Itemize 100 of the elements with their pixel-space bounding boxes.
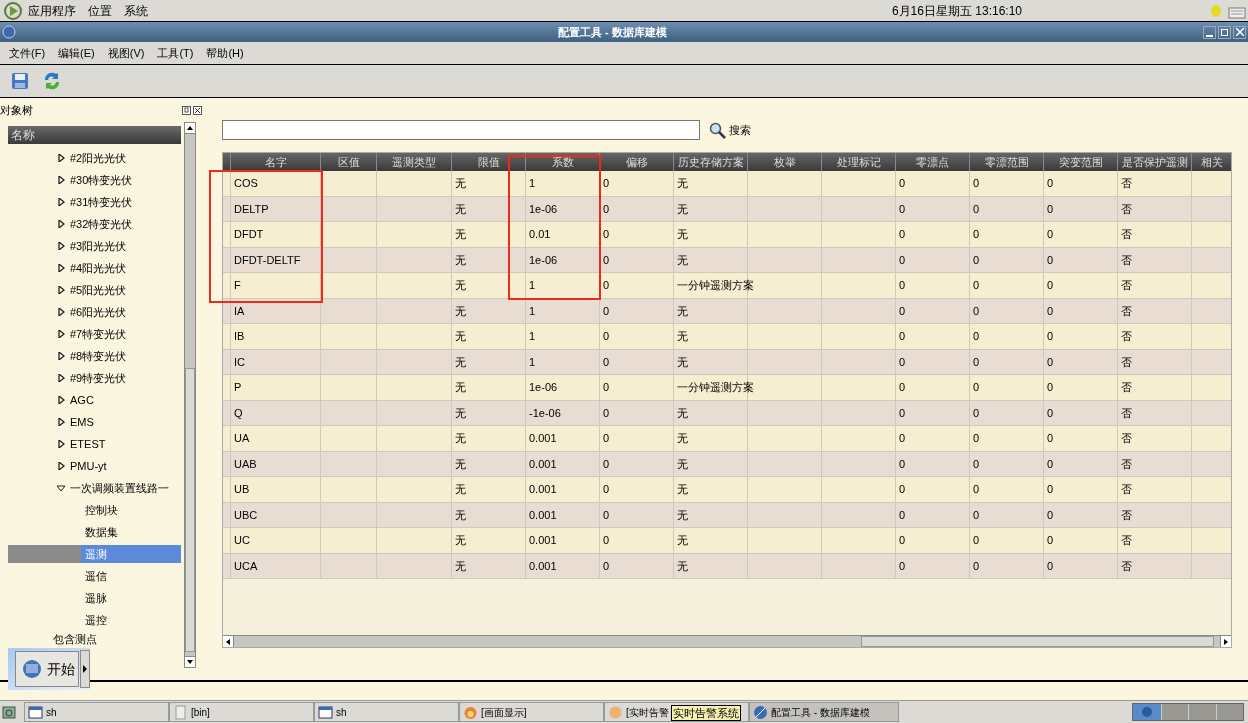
table-cell-text: UBC [234,507,258,523]
menu-item[interactable]: 视图(V) [107,44,145,62]
table-cell-text: 0 [603,329,610,344]
tree-item[interactable]: #3阳光光伏 [70,237,127,255]
float-icon[interactable] [182,105,191,115]
tree-item[interactable]: PMU-yt [70,457,107,475]
table-cell-text: 否 [1121,533,1132,548]
tree-item[interactable]: 包含测点 [53,633,97,646]
taskbar-button[interactable]: 配置工具 - 数据库建模 [749,702,899,722]
taskbar-button[interactable]: sh [314,702,459,722]
tree-item[interactable]: #7特变光伏 [70,325,127,343]
tree-item[interactable]: 遥控 [85,611,107,629]
app-menu-icon[interactable] [4,1,22,20]
table-cell-text: UB [234,482,250,497]
expand-arrow-icon[interactable] [57,264,65,272]
table-cell-text: 否 [1121,507,1132,523]
tree-item[interactable]: #2阳光光伏 [70,149,127,167]
up-arrow-icon[interactable] [187,126,193,130]
save-icon[interactable] [10,71,30,91]
tree-item[interactable]: EMS [70,413,94,431]
taskbar-button[interactable]: sh [24,702,169,722]
expand-arrow-icon[interactable] [57,176,65,184]
table-cell-text: 0 [603,533,610,548]
search-field[interactable] [222,120,700,140]
tree-item[interactable]: #5阳光光伏 [70,281,127,299]
left-arrow-icon[interactable] [226,638,230,645]
table-cell-text: 0 [603,278,610,293]
table-cell-text: 0 [603,482,610,497]
table-cell-text: 0 [1047,558,1054,574]
table-cell-text: 无 [677,482,688,497]
tree-item[interactable]: 一次调频装置线路一 [70,479,169,497]
table-cell-text: DFDT [234,227,264,242]
panel-menu[interactable]: 应用程序 [28,1,76,20]
maximize-button[interactable] [1218,25,1231,39]
tree-item[interactable]: #6阳光光伏 [70,303,127,321]
search-button[interactable]: 搜索 [709,121,751,139]
expand-arrow-icon[interactable] [57,242,65,250]
close-icon[interactable] [193,105,202,115]
expand-arrow-icon[interactable] [57,418,65,426]
table-cell-text: 0 [603,227,610,242]
expand-arrow-icon[interactable] [57,220,65,228]
tree-item[interactable]: #9特变光伏 [70,369,127,387]
expand-arrow-icon[interactable] [57,198,65,206]
tree-item[interactable]: 遥脉 [85,589,107,607]
tree-item[interactable]: 控制块 [85,501,118,519]
table-cell-text: 1 [529,329,536,344]
expand-arrow-icon[interactable] [57,308,65,316]
tree-item[interactable]: #31特变光伏 [70,193,133,211]
right-arrow-icon[interactable] [1224,638,1228,645]
tree-item[interactable]: AGC [70,391,94,409]
tree-item[interactable]: #30特变光伏 [70,171,133,189]
menu-item[interactable]: 帮助(H) [206,44,244,62]
panel-menu[interactable]: 位置 [88,1,112,20]
close-button[interactable] [1233,25,1246,39]
expand-arrow-icon[interactable] [57,462,65,470]
window-icon [28,704,43,720]
tree-item[interactable]: #4阳光光伏 [70,259,127,277]
tree-item[interactable]: #8特变光伏 [70,347,127,365]
expand-arrow-icon[interactable] [57,374,65,382]
collapse-arrow-icon[interactable] [57,484,65,492]
tree-item[interactable]: 遥信 [85,567,107,585]
taskbar-button[interactable]: [画面显示] [459,702,604,722]
start-button[interactable]: 开始 [15,651,79,687]
menu-item[interactable]: 编辑(E) [58,44,95,62]
table-cell-text: 0 [1047,176,1054,191]
down-arrow-icon[interactable] [187,660,193,664]
table-cell-text: 否 [1121,252,1132,268]
table-cell-text: 0 [899,278,906,293]
clock[interactable]: 6月16日星期五 13:16:10 [891,1,1022,20]
expand-arrow-icon[interactable] [57,352,65,360]
horizontal-scrollbar[interactable] [223,635,1231,647]
table-cell-text: 0 [899,201,906,217]
refresh-icon[interactable] [42,71,62,91]
expand-button[interactable] [80,650,90,688]
table-cell-text: 0 [899,227,906,242]
menu-item[interactable]: 工具(T) [157,44,194,62]
expand-arrow-icon[interactable] [57,286,65,294]
vertical-scrollbar[interactable] [184,122,196,668]
tree-item[interactable]: ETEST [70,435,106,453]
column-header[interactable]: 名称 [8,126,181,144]
expand-arrow-icon[interactable] [57,154,65,162]
workspace-switcher[interactable] [1132,703,1244,721]
desktop-icon[interactable] [2,704,16,720]
menu-item[interactable]: 文件(F) [9,44,46,62]
taskbar-button[interactable]: [bin] [169,702,314,722]
panel-menu[interactable]: 系统 [124,1,148,20]
tree-item[interactable]: #32特变光伏 [70,215,133,233]
expand-arrow-icon[interactable] [57,440,65,448]
column-header[interactable]: 名字 [231,153,321,171]
expand-arrow-icon[interactable] [57,396,65,404]
table-cell-text: 无 [455,482,466,497]
table-cell-text: 否 [1121,354,1132,370]
minimize-button[interactable] [1203,25,1216,39]
table-cell-text: 0 [899,176,906,191]
expand-arrow-icon[interactable] [57,330,65,338]
table-cell-text: 0 [603,201,610,217]
table-cell-text: 0 [973,303,980,319]
tree-item[interactable]: 数据集 [85,523,118,541]
table-cell-text: 0.001 [529,533,557,548]
table-cell-text: 否 [1121,329,1132,344]
